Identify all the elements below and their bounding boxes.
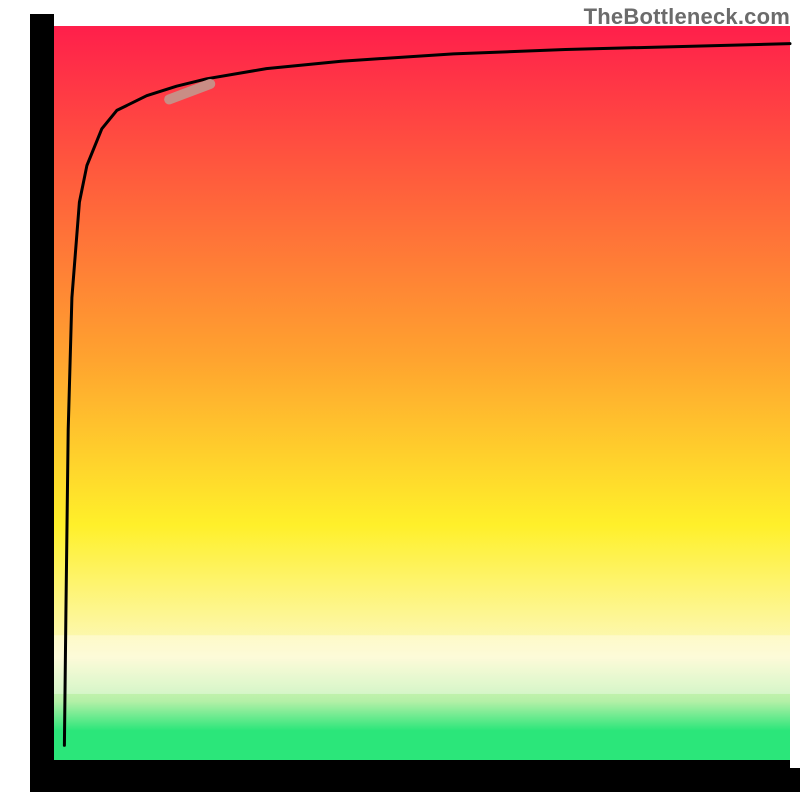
watermark-text: TheBottleneck.com xyxy=(584,4,790,30)
bottleneck-chart xyxy=(0,0,800,800)
chart-stage: TheBottleneck.com xyxy=(0,0,800,800)
plot-pale-band xyxy=(42,635,790,694)
